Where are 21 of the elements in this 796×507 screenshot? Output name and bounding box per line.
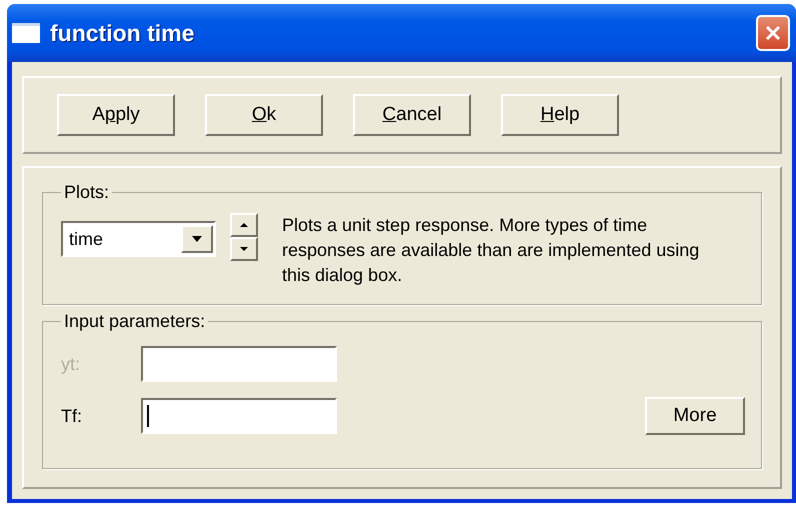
more-button[interactable]: More (645, 397, 745, 435)
dialog-button[interactable]: Cancel (353, 94, 471, 136)
field-label: yt: (61, 354, 82, 374)
close-icon (765, 25, 781, 41)
up-arrow-icon (240, 223, 248, 227)
window-title: function time (50, 20, 196, 46)
dropdown-arrow-icon (192, 236, 202, 242)
spin-control[interactable] (230, 213, 258, 261)
input-field[interactable] (141, 346, 337, 382)
plot-type-dropdown[interactable]: time (61, 221, 216, 257)
dialog-button[interactable]: Ok (205, 94, 323, 136)
dialog-button[interactable]: Help (501, 94, 619, 136)
plot-description: Plots a unit step response. More types of time responses are available than are implemented using this dialog box. (282, 214, 700, 287)
window-icon (12, 23, 40, 43)
group-label: Input parameters: (63, 311, 206, 332)
close-button[interactable] (756, 15, 790, 51)
group-label: Plots: (63, 182, 110, 203)
down-arrow-icon (240, 247, 248, 251)
dialog-button[interactable]: Apply (57, 94, 175, 136)
field-label: Tf: (61, 406, 83, 426)
input-field[interactable] (141, 398, 337, 434)
